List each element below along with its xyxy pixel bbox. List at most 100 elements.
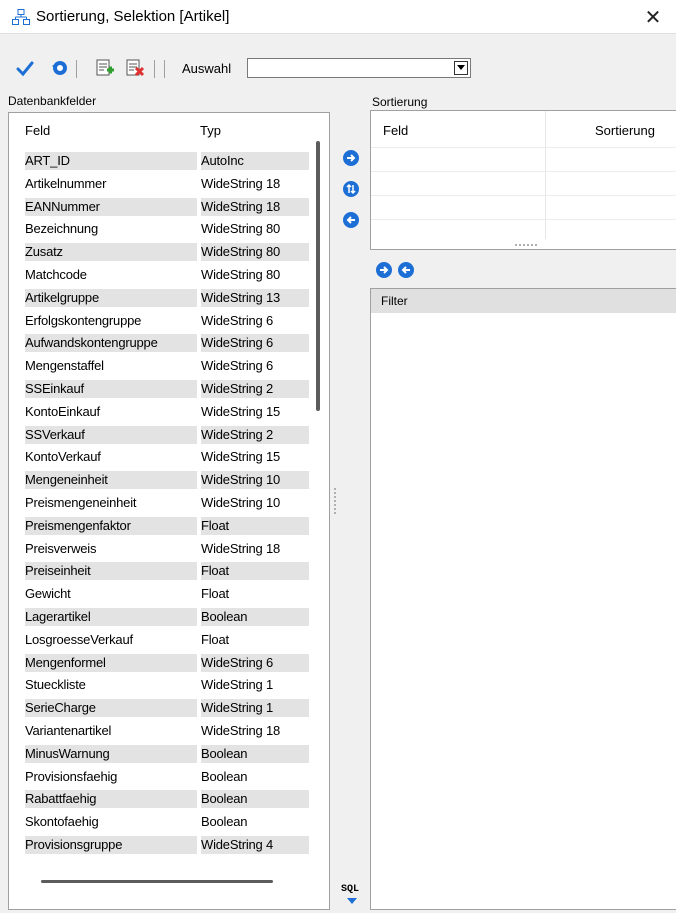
table-row[interactable]: Matchcode WideString 80: [21, 263, 321, 286]
field-name-cell: KontoVerkauf: [25, 449, 101, 465]
arrow-right-icon[interactable]: [378, 264, 390, 276]
field-type-cell: WideString 2: [201, 379, 309, 398]
add-filter-button[interactable]: [376, 262, 392, 278]
field-type-cell: WideString 18: [201, 175, 281, 191]
table-row[interactable]: Skontofaehig Boolean: [21, 810, 321, 833]
horizontal-splitter[interactable]: [515, 244, 537, 246]
table-row[interactable]: Variantenartikel WideString 18: [21, 719, 321, 742]
arrow-left-icon[interactable]: [400, 264, 412, 276]
table-row[interactable]: KontoVerkauf WideString 15: [21, 445, 321, 468]
field-name-cell: Mengenformel: [25, 653, 197, 672]
field-type-cell: WideString 18: [201, 540, 281, 556]
ok-button[interactable]: [14, 57, 36, 79]
field-type-cell: Float: [201, 562, 309, 581]
table-row[interactable]: Erfolgskontengruppe WideString 6: [21, 309, 321, 332]
field-type-cell: Boolean: [201, 814, 248, 830]
sql-label: SQL: [341, 884, 360, 895]
vertical-splitter[interactable]: [334, 488, 336, 514]
field-name-cell: Rabattfaehig: [25, 790, 197, 809]
table-row[interactable]: SSEinkauf WideString 2: [21, 377, 321, 400]
datenbankfelder-list[interactable]: Feld Typ ART_ID AutoInc Artikelnummer WideS…: [8, 112, 330, 910]
table-row[interactable]: Preisverweis WideString 18: [21, 537, 321, 560]
field-name-cell: Bezeichnung: [25, 221, 98, 237]
field-name-cell: MinusWarnung: [25, 744, 197, 763]
field-name-cell: Zusatz: [25, 243, 197, 262]
arrow-right-icon[interactable]: [345, 152, 357, 164]
field-name-cell: Matchcode: [25, 266, 87, 282]
sql-button[interactable]: SQL: [339, 884, 363, 908]
table-row[interactable]: Mengenformel WideString 6: [21, 651, 321, 674]
column-header-sortierung[interactable]: Sortierung: [595, 123, 655, 138]
table-row[interactable]: Provisionsfaehig Boolean: [21, 765, 321, 788]
grid-line: [371, 195, 676, 196]
sort-swap-icon[interactable]: [345, 183, 357, 195]
remove-filter-button[interactable]: [398, 262, 414, 278]
table-row[interactable]: Lagerartikel Boolean: [21, 605, 321, 628]
field-name-cell: Preiseinheit: [25, 562, 197, 581]
table-row[interactable]: Artikelgruppe WideString 13: [21, 286, 321, 309]
dropdown-arrow-icon[interactable]: [454, 61, 468, 75]
filter-header: Filter: [371, 289, 676, 313]
table-row[interactable]: LosgroesseVerkauf Float: [21, 628, 321, 651]
table-row[interactable]: KontoEinkauf WideString 15: [21, 400, 321, 423]
add-sort-field-button[interactable]: [343, 150, 359, 166]
table-row[interactable]: SSVerkauf WideString 2: [21, 423, 321, 446]
table-row[interactable]: Artikelnummer WideString 18: [21, 172, 321, 195]
field-name-cell: SerieCharge: [25, 699, 197, 718]
field-name-cell: Mengeneinheit: [25, 471, 197, 490]
field-type-cell: WideString 2: [201, 425, 309, 444]
window-icon: [12, 9, 30, 25]
field-name-cell: Stueckliste: [25, 677, 86, 693]
add-record-icon[interactable]: [95, 58, 115, 78]
filter-panel[interactable]: Filter: [370, 288, 676, 910]
table-row[interactable]: Stueckliste WideString 1: [21, 673, 321, 696]
field-name-cell: LosgroesseVerkauf: [25, 631, 133, 647]
remove-sort-field-button[interactable]: [343, 212, 359, 228]
sortierung-grid[interactable]: Feld Sortierung: [370, 110, 676, 250]
add-record-button[interactable]: [94, 57, 116, 79]
checkmark-icon[interactable]: [16, 59, 34, 77]
delete-record-icon[interactable]: [125, 58, 145, 78]
table-row[interactable]: Rabattfaehig Boolean: [21, 787, 321, 810]
auswahl-dropdown[interactable]: [247, 58, 471, 78]
table-row[interactable]: Bezeichnung WideString 80: [21, 217, 321, 240]
close-button[interactable]: ✕: [630, 0, 676, 34]
column-header-typ[interactable]: Typ: [200, 123, 221, 138]
column-header-feld[interactable]: Feld: [25, 123, 50, 138]
field-type-cell: Float: [201, 516, 309, 535]
undo-icon[interactable]: [49, 58, 69, 78]
table-row[interactable]: Preiseinheit Float: [21, 559, 321, 582]
table-row[interactable]: Aufwandskontengruppe WideString 6: [21, 331, 321, 354]
table-row[interactable]: ART_ID AutoInc: [21, 149, 321, 172]
field-name-cell: Provisionsfaehig: [25, 768, 118, 784]
table-row[interactable]: Preismengenfaktor Float: [21, 514, 321, 537]
field-name-cell: Mengenstaffel: [25, 358, 104, 374]
table-row[interactable]: Zusatz WideString 80: [21, 240, 321, 263]
table-row[interactable]: Mengenstaffel WideString 6: [21, 354, 321, 377]
field-type-cell: WideString 80: [201, 243, 309, 262]
table-row[interactable]: MinusWarnung Boolean: [21, 742, 321, 765]
field-rows: ART_ID AutoInc Artikelnummer WideString 18 E…: [21, 149, 321, 856]
field-name-cell: Aufwandskontengruppe: [25, 334, 197, 353]
field-name-cell: Variantenartikel: [25, 722, 112, 738]
field-name-cell: SSVerkauf: [25, 425, 197, 444]
table-row[interactable]: Gewicht Float: [21, 582, 321, 605]
field-type-cell: WideString 6: [201, 358, 274, 374]
grid-line: [371, 219, 676, 220]
swap-sort-order-button[interactable]: [343, 181, 359, 197]
table-row[interactable]: SerieCharge WideString 1: [21, 696, 321, 719]
arrow-left-icon[interactable]: [345, 214, 357, 226]
table-row[interactable]: Provisionsgruppe WideString 4: [21, 833, 321, 856]
field-name-cell: Lagerartikel: [25, 607, 197, 626]
table-row[interactable]: EANNummer WideString 18: [21, 195, 321, 218]
close-icon[interactable]: ✕: [645, 5, 662, 30]
column-header-feld[interactable]: Feld: [383, 123, 408, 138]
table-row[interactable]: Preismengeneinheit WideString 10: [21, 491, 321, 514]
field-type-cell: Boolean: [201, 790, 309, 809]
horizontal-scrollbar[interactable]: [41, 880, 273, 883]
table-row[interactable]: Mengeneinheit WideString 10: [21, 468, 321, 491]
undo-button[interactable]: [48, 57, 70, 79]
delete-record-button[interactable]: [124, 57, 146, 79]
vertical-scrollbar[interactable]: [316, 141, 320, 411]
field-name-cell: KontoEinkauf: [25, 403, 100, 419]
